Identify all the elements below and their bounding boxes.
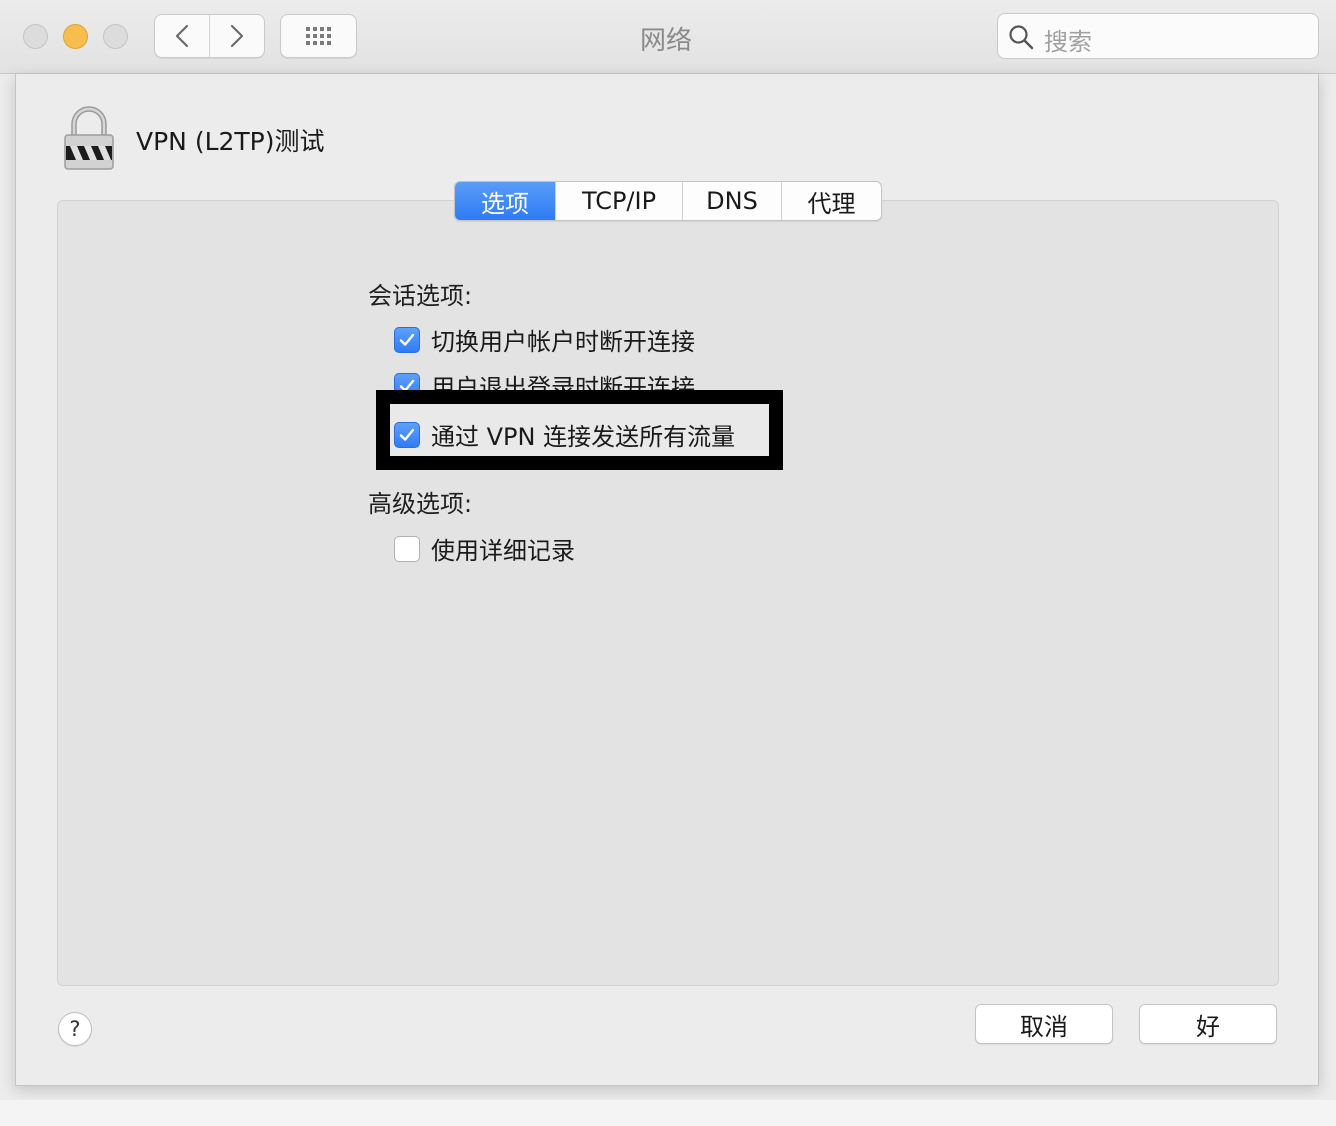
- vpn-options-sheet: VPN (L2TP)测试 选项 TCP/IP DNS 代理 会话选项: 切换用户…: [15, 74, 1319, 1086]
- help-button[interactable]: ?: [58, 1012, 92, 1046]
- checkbox-unchecked[interactable]: [394, 535, 420, 562]
- grid-icon: [306, 27, 331, 45]
- session-options-label: 会话选项:: [368, 282, 473, 310]
- window-toolbar: 网络 搜索: [0, 0, 1336, 74]
- options-panel: [57, 200, 1279, 986]
- option-verbose-logging[interactable]: 使用详细记录: [394, 531, 575, 566]
- checkbox-checked[interactable]: [394, 326, 420, 353]
- tab-proxies[interactable]: 代理: [781, 182, 881, 220]
- option-send-all-traffic-over-vpn[interactable]: 通过 VPN 连接发送所有流量: [394, 417, 735, 452]
- tab-options[interactable]: 选项: [455, 182, 555, 220]
- option-label: 切换用户帐户时断开连接: [431, 328, 695, 356]
- checkmark-icon: [399, 428, 415, 441]
- option-label: 使用详细记录: [431, 537, 575, 565]
- search-placeholder: 搜索: [1044, 28, 1092, 56]
- tab-bar: 选项 TCP/IP DNS 代理: [454, 181, 882, 221]
- checkbox-checked[interactable]: [394, 421, 420, 448]
- minimize-window-button[interactable]: [63, 24, 88, 49]
- option-disconnect-on-user-switch[interactable]: 切换用户帐户时断开连接: [394, 322, 695, 357]
- show-all-button[interactable]: [280, 14, 357, 58]
- close-window-button[interactable]: [23, 24, 48, 49]
- tab-tcpip[interactable]: TCP/IP: [555, 182, 682, 220]
- vpn-lock-icon: [64, 106, 114, 170]
- option-label: 通过 VPN 连接发送所有流量: [431, 423, 736, 451]
- cancel-button[interactable]: 取消: [975, 1004, 1113, 1044]
- back-forward-control: [154, 14, 265, 58]
- background-window-strip: [0, 1100, 1336, 1126]
- advanced-options-label: 高级选项:: [368, 490, 473, 518]
- connection-title: VPN (L2TP)测试: [136, 127, 325, 156]
- checkmark-icon: [399, 333, 415, 346]
- search-icon: [1009, 25, 1034, 50]
- chevron-right-icon: [230, 24, 244, 48]
- ok-button[interactable]: 好: [1139, 1004, 1277, 1044]
- window-title: 网络: [639, 26, 692, 56]
- chevron-left-icon: [175, 24, 189, 48]
- back-button[interactable]: [155, 15, 209, 57]
- zoom-window-button[interactable]: [103, 24, 128, 49]
- forward-button[interactable]: [209, 15, 264, 57]
- tab-dns[interactable]: DNS: [682, 182, 781, 220]
- search-field[interactable]: 搜索: [997, 13, 1319, 59]
